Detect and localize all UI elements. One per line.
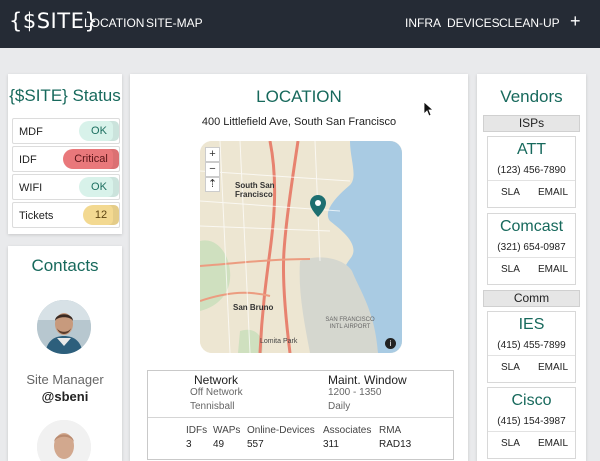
maint-window-time: 1200 - 1350 [328, 387, 382, 398]
status-badge-tickets[interactable]: 12 [83, 205, 119, 225]
status-row-wifi: WIFI OK [12, 174, 120, 200]
nav-link-devices[interactable]: DEVICES [447, 16, 500, 30]
map-label-south-sf: South San Francisco [235, 181, 275, 199]
mouse-cursor-icon [424, 102, 434, 117]
stat-label-online-devices: Online-Devices [247, 425, 315, 436]
status-panel: {$SITE} Status MDF OK IDF Critical WIFI … [8, 74, 122, 234]
divider [488, 180, 575, 181]
divider [148, 417, 453, 418]
vendor-card-comcast: Comcast (321) 654-0987 SLA EMAIL [487, 213, 576, 285]
location-address: 400 Littlefield Ave, South San Francisco [201, 116, 397, 128]
contact-avatar-2[interactable] [37, 420, 91, 461]
vendor-name[interactable]: IES [488, 316, 575, 334]
status-badge-critical[interactable]: Critical [63, 149, 119, 169]
vendor-name[interactable]: ATT [488, 141, 575, 159]
stat-value-online-devices: 557 [247, 439, 264, 450]
add-icon[interactable]: + [570, 11, 581, 32]
vendor-sla-link[interactable]: SLA [501, 187, 520, 198]
stat-label-waps: WAPs [213, 425, 241, 436]
nav-link-clean-up[interactable]: CLEAN-UP [499, 16, 560, 30]
contact-handle[interactable]: @sbeni [8, 389, 122, 404]
status-row-idf: IDF Critical [12, 146, 120, 172]
maint-window-frequency: Daily [328, 401, 351, 412]
status-label: MDF [19, 126, 43, 138]
vendor-card-cisco: Cisco (415) 154-3987 SLA EMAIL [487, 387, 576, 459]
vendor-phone[interactable]: (415) 154-3987 [488, 416, 575, 427]
divider [488, 355, 575, 356]
vendor-section-isps: ISPs [483, 115, 580, 132]
status-badge-ok[interactable]: OK [79, 177, 119, 197]
vendor-sla-link[interactable]: SLA [501, 362, 520, 373]
status-title: {$SITE} Status [9, 86, 121, 105]
map-label-san-bruno: San Bruno [233, 303, 274, 312]
vendor-phone[interactable]: (123) 456-7890 [488, 165, 575, 176]
stat-value-associates: 311 [323, 439, 339, 450]
vendor-email-link[interactable]: EMAIL [538, 264, 568, 275]
vendors-title: Vendors [500, 87, 563, 106]
vendor-email-link[interactable]: EMAIL [538, 187, 568, 198]
location-title: LOCATION [256, 87, 342, 106]
site-info-box: Network Off Network Tennisball Maint. Wi… [147, 370, 454, 460]
network-status: Off Network [190, 387, 243, 398]
zoom-in-button[interactable]: + [205, 147, 220, 162]
status-label: Tickets [19, 210, 54, 222]
map-label-airport: SAN FRANCISCO INTL AIRPORT [325, 317, 375, 330]
network-heading: Network [194, 373, 239, 387]
person-avatar-icon [37, 420, 91, 461]
divider [488, 431, 575, 432]
stat-label-associates: Associates [323, 425, 372, 436]
vendor-sla-link[interactable]: SLA [501, 264, 520, 275]
vendor-sla-link[interactable]: SLA [501, 438, 520, 449]
vendor-card-ies: IES (415) 455-7899 SLA EMAIL [487, 311, 576, 383]
vendor-card-att: ATT (123) 456-7890 SLA EMAIL [487, 136, 576, 208]
vendor-name[interactable]: Cisco [488, 392, 575, 410]
vendor-phone[interactable]: (321) 654-0987 [488, 242, 575, 253]
status-row-mdf: MDF OK [12, 118, 120, 144]
nav-link-location[interactable]: LOCATION [84, 16, 144, 30]
zoom-out-button[interactable]: − [205, 162, 220, 177]
map-pin-icon[interactable] [310, 195, 326, 217]
top-navbar: {$SITE} LOCATION SITE-MAP INFRA DEVICES … [0, 0, 600, 48]
status-label: IDF [19, 154, 37, 166]
vendor-phone[interactable]: (415) 455-7899 [488, 340, 575, 351]
contact-avatar-1[interactable] [37, 300, 91, 354]
stat-label-rma: RMA [379, 425, 402, 436]
vendors-panel: Vendors ISPs ATT (123) 456-7890 SLA EMAI… [477, 74, 586, 461]
status-label: WIFI [19, 182, 43, 194]
compass-button[interactable]: ⇡ [205, 177, 220, 192]
nav-link-infra[interactable]: INFRA [405, 16, 441, 30]
vendor-email-link[interactable]: EMAIL [538, 362, 568, 373]
vendor-section-comm: Comm [483, 290, 580, 307]
location-map[interactable]: + − ⇡ South San Francisco San Bruno SAN … [200, 141, 402, 353]
map-label-lomita-park: Lomita Park [260, 338, 298, 345]
maint-window-heading: Maint. Window [328, 373, 407, 387]
contacts-panel: Contacts Site Manager @sbeni [8, 246, 122, 461]
status-row-tickets: Tickets 12 [12, 202, 120, 228]
contacts-title: Contacts [31, 256, 99, 275]
vendor-email-link[interactable]: EMAIL [538, 438, 568, 449]
person-avatar-icon [37, 300, 91, 354]
network-name: Tennisball [190, 401, 235, 412]
divider [488, 257, 575, 258]
vendor-name[interactable]: Comcast [488, 218, 575, 236]
map-info-icon[interactable]: i [385, 338, 396, 349]
nav-link-site-map[interactable]: SITE-MAP [146, 16, 203, 30]
stat-label-idfs: IDFs [186, 425, 208, 436]
contact-role: Site Manager [26, 372, 104, 387]
status-badge-ok[interactable]: OK [79, 121, 119, 141]
stat-value-rma: RAD13 [379, 439, 412, 450]
stat-value-idfs: 3 [186, 439, 192, 450]
stat-value-waps: 49 [213, 439, 225, 450]
location-panel: LOCATION 400 Littlefield Ave, South San … [130, 74, 468, 461]
